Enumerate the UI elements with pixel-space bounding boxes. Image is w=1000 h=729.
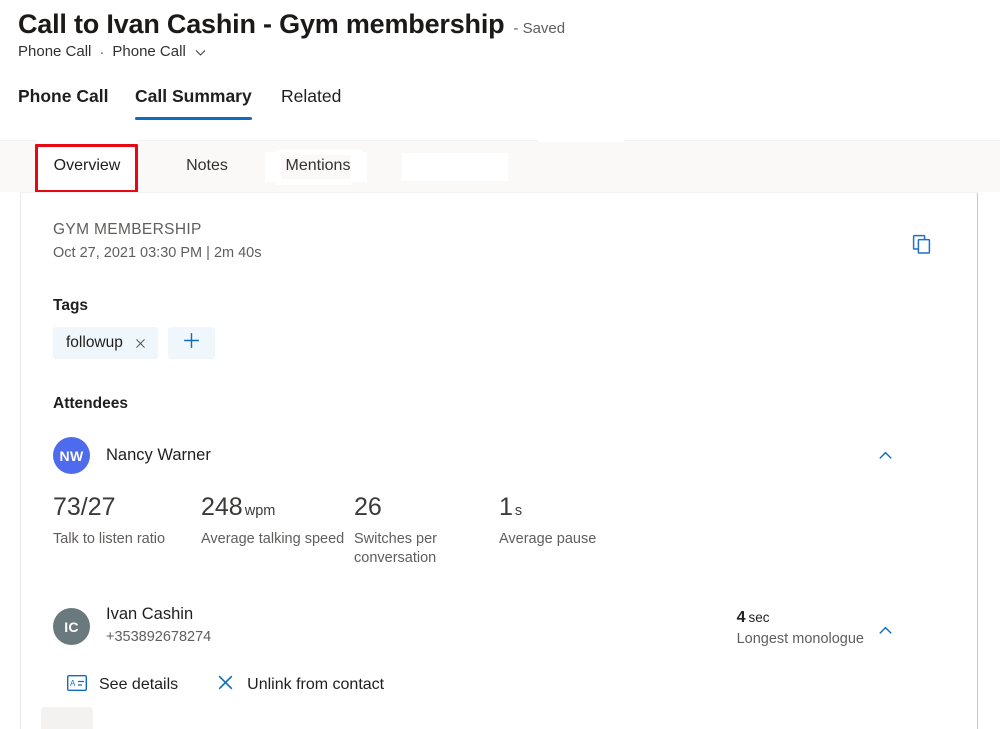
metric-unit: s <box>515 503 522 519</box>
call-subject: GYM MEMBERSHIP <box>53 221 918 239</box>
metric-talk-listen-ratio: 73/27 Talk to listen ratio <box>53 492 201 568</box>
redaction-overlay <box>538 110 624 142</box>
metric-switches-per-conversation: 26 Switches per conversation <box>354 492 499 568</box>
svg-text:A: A <box>70 679 76 688</box>
chevron-up-icon[interactable] <box>872 443 898 469</box>
metric-label: Average talking speed <box>201 530 354 549</box>
form-selector-label[interactable]: Phone Call <box>112 42 185 62</box>
copy-icon <box>911 233 933 260</box>
tags-heading: Tags <box>53 297 918 315</box>
metric-unit: wpm <box>245 503 276 519</box>
sub-tab-notes[interactable]: Notes <box>170 140 244 192</box>
close-x-icon <box>216 673 235 697</box>
metric-value: 1 <box>499 493 513 521</box>
metric-value: 248 <box>201 493 243 521</box>
redaction-overlay <box>351 152 367 182</box>
metric-longest-monologue: 4sec Longest monologue <box>737 608 864 649</box>
record-header: Call to Ivan Cashin - Gym membership - S… <box>0 0 1000 80</box>
attendee-name: Ivan Cashin <box>106 604 211 625</box>
bottom-partial-control <box>41 707 93 729</box>
metric-unit: sec <box>749 610 770 625</box>
active-tab-underline <box>135 117 252 120</box>
attendee-phone: +353892678274 <box>106 627 211 647</box>
breadcrumb: Phone Call · Phone Call <box>18 42 207 62</box>
tab-related-label: Related <box>281 86 341 107</box>
plus-icon <box>181 330 202 356</box>
avatar-initials: NW <box>60 448 84 464</box>
redaction-overlay <box>276 179 352 185</box>
chevron-down-icon[interactable] <box>194 46 207 59</box>
metric-value: 73/27 <box>53 493 116 521</box>
tab-phone-call-label: Phone Call <box>18 86 108 107</box>
tab-phone-call[interactable]: Phone Call <box>18 82 108 124</box>
sub-tab-mentions-label: Mentions <box>286 157 351 175</box>
attendee-name: Nancy Warner <box>106 446 211 465</box>
chevron-up-icon[interactable] <box>872 617 898 643</box>
avatar-initials: IC <box>64 619 79 635</box>
breadcrumb-separator: · <box>99 44 104 61</box>
redaction-overlay <box>402 153 508 181</box>
close-icon[interactable] <box>134 337 147 350</box>
metric-label: Average pause <box>499 530 649 549</box>
see-details-label: See details <box>99 676 178 694</box>
tab-call-summary-label: Call Summary <box>135 86 252 107</box>
tab-related[interactable]: Related <box>281 82 341 124</box>
avatar: IC <box>53 608 90 645</box>
page-title: Call to Ivan Cashin - Gym membership <box>18 7 504 41</box>
redaction-overlay <box>265 152 281 182</box>
save-state-label: - Saved <box>513 20 565 37</box>
app-page: Call to Ivan Cashin - Gym membership - S… <box>0 0 1000 729</box>
call-meta: Oct 27, 2021 03:30 PM | 2m 40s <box>53 245 918 261</box>
avatar: NW <box>53 437 90 474</box>
attendee-metrics: 73/27 Talk to listen ratio 248wpm Averag… <box>53 492 918 568</box>
metric-average-pause: 1s Average pause <box>499 492 649 568</box>
metric-label: Switches per conversation <box>354 530 499 568</box>
call-header: GYM MEMBERSHIP Oct 27, 2021 03:30 PM | 2… <box>53 221 918 261</box>
sub-tab-notes-label: Notes <box>186 157 228 175</box>
copy-summary-button[interactable] <box>909 233 935 259</box>
entity-type-label: Phone Call <box>18 42 91 62</box>
redaction-overlay <box>276 150 362 155</box>
tab-call-summary[interactable]: Call Summary <box>135 82 252 124</box>
metric-value: 26 <box>354 493 382 521</box>
tags-row: followup <box>53 327 918 359</box>
tags-section: Tags followup <box>53 297 918 359</box>
metric-value: 4 <box>737 609 746 626</box>
overview-tab-highlight-box <box>35 144 138 193</box>
metric-label: Longest monologue <box>737 630 864 649</box>
attendees-heading: Attendees <box>53 395 918 413</box>
contact-actions: A See details Unlink from contact <box>67 673 918 697</box>
tag-chip[interactable]: followup <box>53 327 158 359</box>
see-details-button[interactable]: A See details <box>67 675 178 696</box>
attendees-section: Attendees NW Nancy Warner 73/27 <box>53 395 918 697</box>
primary-tab-bar: Phone Call Call Summary Related <box>0 82 1000 124</box>
title-row: Call to Ivan Cashin - Gym membership - S… <box>18 7 565 41</box>
sub-tab-bar-divider <box>0 140 1000 141</box>
metric-average-talking-speed: 248wpm Average talking speed <box>201 492 354 568</box>
call-summary-card: GYM MEMBERSHIP Oct 27, 2021 03:30 PM | 2… <box>20 192 978 729</box>
add-tag-button[interactable] <box>168 327 215 359</box>
contact-card-icon: A <box>67 675 87 696</box>
metric-label: Talk to listen ratio <box>53 530 201 549</box>
attendee-row: IC Ivan Cashin +353892678274 4sec Longes… <box>53 604 918 647</box>
attendee-row: NW Nancy Warner <box>53 437 918 474</box>
unlink-label: Unlink from contact <box>247 676 384 694</box>
tag-chip-label: followup <box>66 334 123 352</box>
unlink-from-contact-button[interactable]: Unlink from contact <box>216 673 384 697</box>
vertical-scrollbar[interactable] <box>977 193 978 729</box>
